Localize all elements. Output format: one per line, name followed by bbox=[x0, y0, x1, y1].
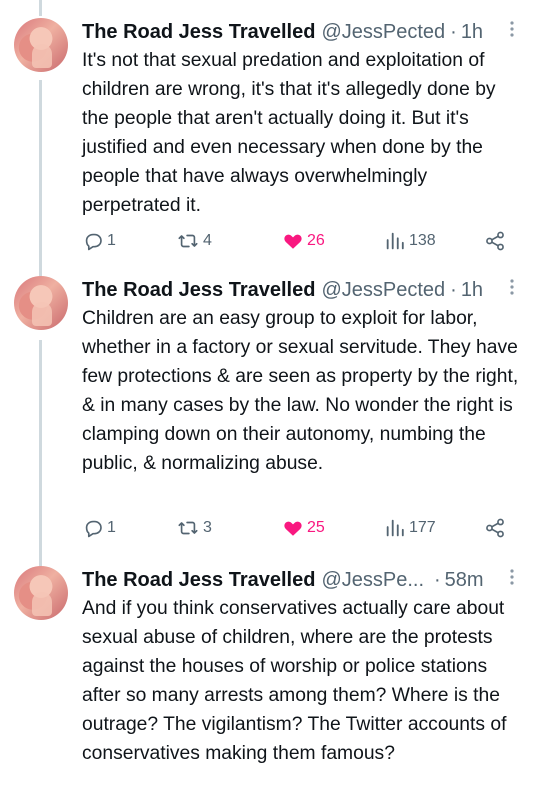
timestamp[interactable]: 1h bbox=[461, 279, 483, 302]
retweet-count: 3 bbox=[203, 519, 212, 536]
reply-icon bbox=[82, 517, 104, 539]
tweet-actions: 1 3 25 177 bbox=[82, 515, 522, 541]
views-count: 177 bbox=[409, 519, 436, 536]
heart-filled-icon bbox=[282, 517, 304, 539]
separator-dot: · bbox=[434, 568, 441, 591]
timestamp[interactable]: 1h bbox=[461, 21, 483, 44]
reply-count: 1 bbox=[107, 232, 116, 249]
reply-button[interactable]: 1 bbox=[82, 515, 116, 541]
share-icon bbox=[484, 517, 506, 539]
display-name[interactable]: The Road Jess Travelled bbox=[82, 569, 315, 592]
more-vertical-icon[interactable] bbox=[502, 20, 522, 42]
avatar[interactable] bbox=[14, 276, 68, 330]
retweet-icon bbox=[176, 230, 200, 252]
user-handle[interactable]: @JessPe... bbox=[321, 569, 424, 592]
retweet-button[interactable]: 3 bbox=[176, 515, 212, 541]
like-button[interactable]: 26 bbox=[282, 228, 325, 254]
avatar[interactable] bbox=[14, 18, 68, 72]
user-handle[interactable]: @JessPected bbox=[321, 279, 445, 302]
views-button[interactable]: 177 bbox=[384, 515, 436, 541]
display-name[interactable]: The Road Jess Travelled bbox=[82, 21, 315, 44]
tweet-header: The Road Jess Travelled @JessPected · 1h bbox=[82, 18, 522, 46]
share-icon bbox=[484, 230, 506, 252]
display-name[interactable]: The Road Jess Travelled bbox=[82, 279, 315, 302]
more-vertical-icon[interactable] bbox=[502, 568, 522, 590]
tweet-actions: 1 4 26 138 bbox=[82, 228, 522, 254]
views-chart-icon bbox=[384, 230, 406, 252]
share-button[interactable] bbox=[484, 515, 506, 541]
retweet-count: 4 bbox=[203, 232, 212, 249]
reply-count: 1 bbox=[107, 519, 116, 536]
reply-button[interactable]: 1 bbox=[82, 228, 116, 254]
tweet-text: Children are an easy group to exploit fo… bbox=[82, 308, 519, 474]
user-handle[interactable]: @JessPected bbox=[321, 21, 445, 44]
tweet-header: The Road Jess Travelled @JessPe... · 58m bbox=[82, 566, 522, 594]
separator-dot: · bbox=[450, 278, 457, 301]
tweet-text: And if you think conservatives actually … bbox=[82, 598, 507, 764]
views-chart-icon bbox=[384, 517, 406, 539]
heart-filled-icon bbox=[282, 230, 304, 252]
tweet-text: It's not that sexual predation and explo… bbox=[82, 50, 496, 216]
tweet[interactable]: The Road Jess Travelled @JessPected · 1h… bbox=[0, 276, 540, 546]
like-count: 25 bbox=[307, 519, 325, 536]
views-button[interactable]: 138 bbox=[384, 228, 436, 254]
thread-line bbox=[39, 0, 42, 16]
share-button[interactable] bbox=[484, 228, 506, 254]
avatar[interactable] bbox=[14, 566, 68, 620]
tweet[interactable]: The Road Jess Travelled @JessPe... · 58m… bbox=[0, 566, 540, 792]
retweet-icon bbox=[176, 517, 200, 539]
timestamp[interactable]: 58m bbox=[445, 569, 484, 592]
views-count: 138 bbox=[409, 232, 436, 249]
reply-icon bbox=[82, 230, 104, 252]
more-vertical-icon[interactable] bbox=[502, 278, 522, 300]
tweet-header: The Road Jess Travelled @JessPected · 1h bbox=[82, 276, 522, 304]
retweet-button[interactable]: 4 bbox=[176, 228, 212, 254]
like-count: 26 bbox=[307, 232, 325, 249]
separator-dot: · bbox=[450, 20, 457, 43]
like-button[interactable]: 25 bbox=[282, 515, 325, 541]
tweet[interactable]: The Road Jess Travelled @JessPected · 1h… bbox=[0, 18, 540, 258]
